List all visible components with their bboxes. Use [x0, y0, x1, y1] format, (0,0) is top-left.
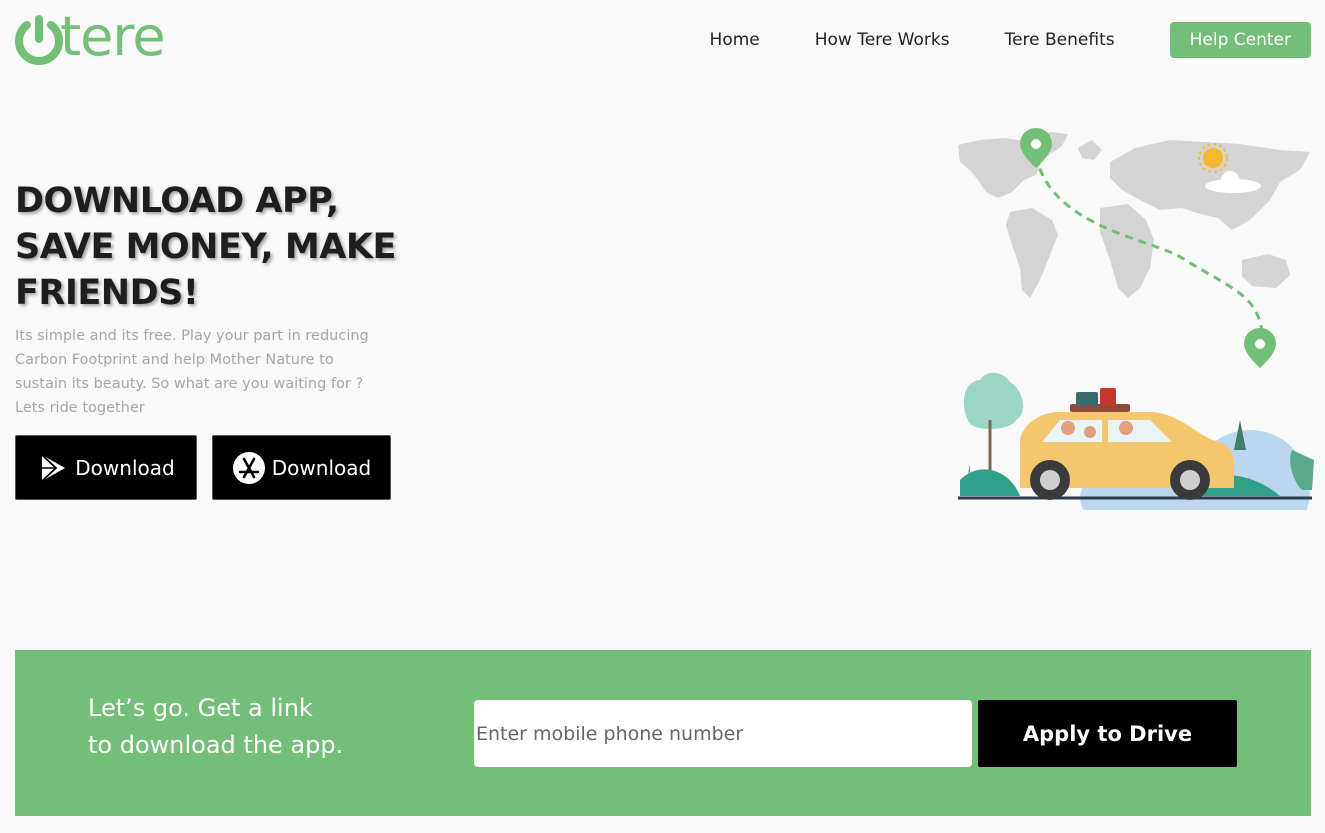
logo-text: tere [60, 5, 166, 68]
phone-number-input[interactable] [474, 700, 972, 767]
car [1020, 388, 1234, 500]
app-store-download-button[interactable]: Download [212, 435, 391, 500]
apply-to-drive-button[interactable]: Apply to Drive [978, 700, 1237, 767]
cloud [1221, 171, 1239, 189]
nav-tere-benefits[interactable]: Tere Benefits [1005, 30, 1115, 50]
location-pin-icon [1244, 328, 1276, 368]
banner-line: Let’s go. Get a link [88, 694, 313, 722]
site-header: tere Home How Tere Works Tere Benefits H… [0, 0, 1325, 85]
app-link-banner: Let’s go. Get a link to download the app… [15, 650, 1311, 816]
hero-desc-line: Its simple and its free. Play your part … [15, 328, 369, 344]
app-store-download-label: Download [271, 455, 372, 480]
hero-title-line: SAVE MONEY, MAKE [15, 227, 396, 267]
hero-desc-line: Carbon Footprint and help Mother Nature … [15, 352, 334, 368]
google-play-download-button[interactable]: Download [15, 435, 197, 500]
hero-desc-line: sustain its beauty. So what are you wait… [15, 376, 364, 392]
hero-title-line: FRIENDS! [15, 273, 199, 313]
main-nav: Home How Tere Works Tere Benefits Help C… [710, 22, 1311, 58]
tere-logo[interactable]: tere [14, 5, 166, 68]
help-center-button[interactable]: Help Center [1169, 22, 1311, 58]
hero-desc-line: Lets ride together [15, 400, 145, 416]
google-play-icon [37, 452, 69, 484]
power-icon [15, 15, 63, 65]
banner-text: Let’s go. Get a link to download the app… [88, 690, 343, 764]
world-map [958, 132, 1310, 298]
travel-illustration [958, 128, 1314, 510]
hero-description: Its simple and its free. Play your part … [15, 324, 375, 420]
nav-home[interactable]: Home [710, 30, 760, 50]
banner-line: to download the app. [88, 731, 344, 759]
hero-title: DOWNLOAD APP, SAVE MONEY, MAKE FRIENDS! [15, 178, 415, 316]
google-play-download-label: Download [75, 455, 175, 480]
nav-how-tere-works[interactable]: How Tere Works [815, 30, 950, 50]
app-store-icon [232, 451, 266, 485]
hero-title-line: DOWNLOAD APP, [15, 181, 339, 221]
